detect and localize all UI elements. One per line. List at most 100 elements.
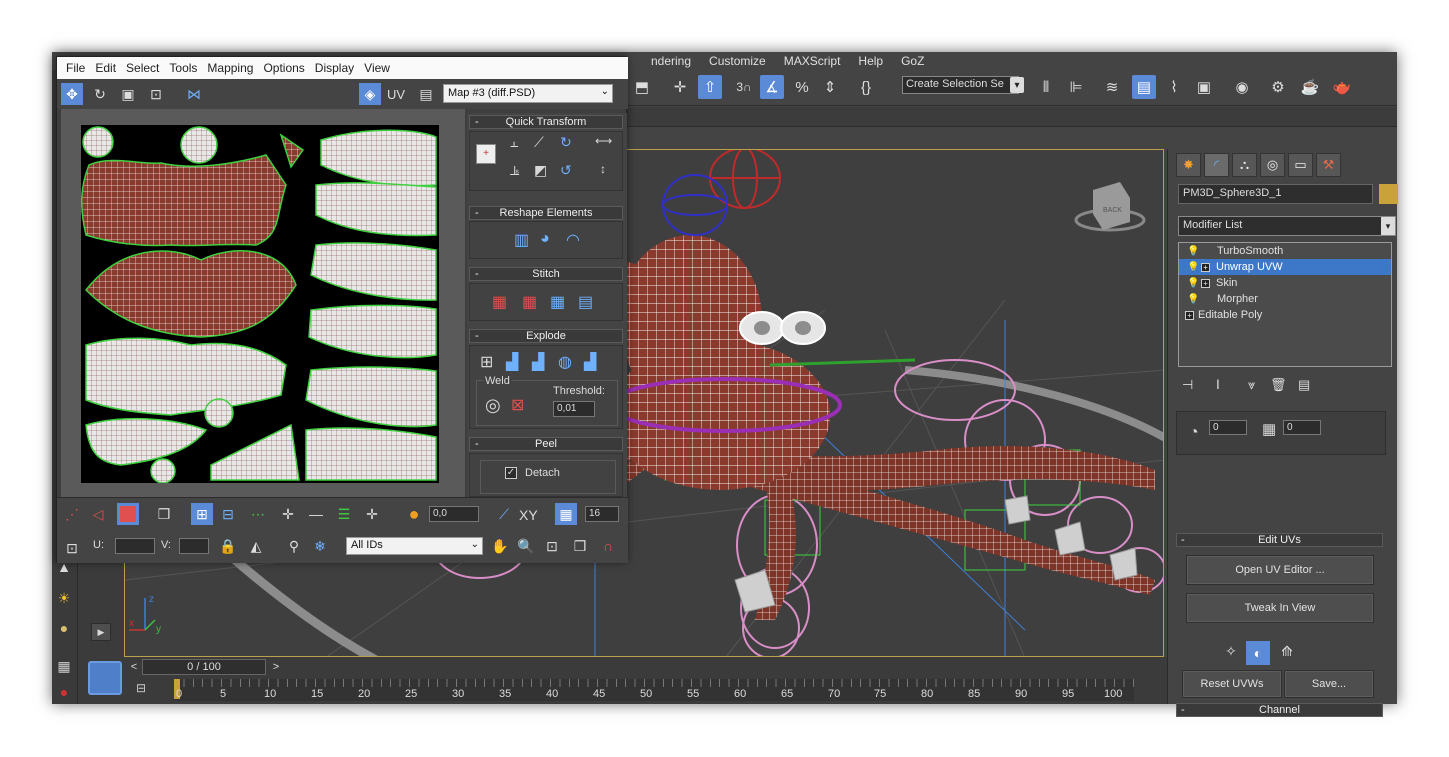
relax-until-flat-icon[interactable]: ◠ [566, 230, 580, 250]
save-button[interactable]: Save... [1284, 670, 1374, 698]
pin-stack-icon[interactable]: ⊣ [1182, 377, 1193, 393]
polygon-mode-icon[interactable] [117, 503, 139, 525]
straighten-selection-icon[interactable]: ▥ [514, 230, 529, 250]
absolute-mode-icon[interactable]: ⊡ [61, 537, 83, 559]
select-object-icon[interactable]: ⇧ [698, 75, 722, 99]
spinner-b[interactable]: 0 [1283, 420, 1321, 435]
mirror-icon[interactable]: ⋈ [183, 83, 205, 105]
tweak-in-view-button[interactable]: Tweak In View [1186, 593, 1374, 623]
time-ruler[interactable]: 0 5 10 15 20 25 30 35 40 45 50 55 60 65 … [174, 679, 1134, 701]
grid-icon[interactable]: ▦ [54, 656, 74, 676]
hierarchy-tab-icon[interactable]: ⛬ [1232, 153, 1257, 177]
open-uv-editor-button[interactable]: Open UV Editor ... [1186, 555, 1374, 585]
weld-selected-icon[interactable]: ⊠ [511, 395, 524, 415]
time-config-button[interactable] [88, 661, 122, 695]
menu-rendering[interactable]: ndering [642, 54, 700, 68]
make-unique-icon[interactable]: ⩔ [1248, 377, 1255, 393]
remove-modifier-icon[interactable]: 🗑 [1270, 377, 1287, 393]
detach-edge-icon[interactable]: ▟ [506, 352, 518, 372]
time-slider[interactable]: 0 / 100 [142, 659, 266, 675]
grid-snap-icon[interactable]: ▦ [555, 503, 577, 525]
menu-goz[interactable]: GoZ [892, 54, 933, 68]
menu-view[interactable]: View [359, 61, 395, 75]
menu-maxscript[interactable]: MAXScript [775, 54, 850, 68]
zoom-icon[interactable]: 🔍 [515, 535, 537, 557]
grid-size-field[interactable]: 16 [585, 506, 619, 522]
edit-named-selection-icon[interactable]: {} [854, 75, 878, 99]
pivot-icon[interactable]: + [476, 144, 496, 164]
threshold-field[interactable]: 0,01 [553, 401, 595, 417]
create-tab-icon[interactable]: ✸ [1176, 153, 1201, 177]
curve-editor-icon[interactable]: ⌇ [1162, 75, 1186, 99]
menu-edit[interactable]: Edit [90, 61, 121, 75]
key-filter-icon[interactable]: ⊟ [136, 681, 156, 699]
tweak-icon[interactable]: ◐ [1246, 641, 1270, 665]
bulb-icon[interactable]: 💡 [1187, 246, 1199, 257]
show-end-result-icon[interactable]: Ⅰ [1216, 377, 1220, 393]
loop-select-icon[interactable]: ☰ [333, 503, 355, 525]
edit-uvs-rollout-header[interactable]: - Edit UVs [1176, 533, 1383, 547]
checker-icon[interactable]: ◈ [359, 83, 381, 105]
menu-mapping[interactable]: Mapping [202, 61, 258, 75]
soft-selection-field[interactable]: 0,0 [429, 506, 479, 522]
freeze-icon[interactable]: ❄ [309, 535, 331, 557]
record-icon[interactable]: ● [54, 682, 74, 702]
falloff-icon[interactable]: ⟋ [493, 503, 515, 525]
straighten-icon[interactable]: ◩ [534, 162, 547, 179]
link-icon[interactable]: ⬒ [630, 75, 654, 99]
expand-icon[interactable]: + [1201, 262, 1210, 272]
bulb-icon[interactable]: 💡 [1187, 278, 1199, 289]
quick-transform-header[interactable]: - Quick Transform [469, 115, 623, 129]
configure-sets-icon[interactable]: ▤ [1298, 377, 1310, 393]
rotate-ccw-icon[interactable]: ↺ [560, 162, 572, 179]
sphere-icon[interactable]: ● [54, 618, 74, 638]
lock-icon[interactable]: 🔒 [217, 535, 239, 557]
explode-header[interactable]: - Explode [469, 329, 623, 343]
uv-canvas[interactable] [81, 125, 439, 483]
detach-checkbox[interactable]: ✓ [505, 467, 517, 479]
align-horizontal-icon[interactable]: ⟋ [534, 134, 544, 151]
flatten-icon[interactable]: ▟ [584, 352, 596, 372]
stack-item-turbosmooth[interactable]: 💡 TurboSmooth [1179, 243, 1391, 259]
sun-icon[interactable]: ☀ [54, 588, 74, 608]
show-map-icon[interactable]: ▤ [415, 83, 437, 105]
next-frame-button[interactable]: > [268, 659, 284, 675]
mirror-icon[interactable]: ⫴ [1034, 75, 1058, 99]
material-editor-icon[interactable]: ◉ [1230, 75, 1254, 99]
bulb-icon[interactable]: 💡 [1187, 262, 1199, 273]
v-field[interactable] [179, 538, 209, 554]
menu-customize[interactable]: Customize [700, 54, 775, 68]
zoom-region-icon[interactable]: ⊡ [541, 535, 563, 557]
stitch-to-target-icon[interactable]: ▦ [492, 292, 507, 312]
zoom-extents-icon[interactable]: ❒ [569, 535, 591, 557]
weld-target-icon[interactable]: ◎ [485, 395, 501, 416]
align-linear-icon[interactable]: ⫡ [510, 162, 519, 179]
stitch-average-icon[interactable]: ▦ [522, 292, 537, 312]
hide-icon[interactable]: ◭ [245, 535, 267, 557]
expand-icon[interactable]: + [1201, 278, 1210, 288]
utilities-tab-icon[interactable]: ⚒ [1316, 153, 1341, 177]
menu-file[interactable]: File [61, 61, 90, 75]
move-icon[interactable]: ✛ [668, 75, 692, 99]
prev-frame-button[interactable]: < [126, 659, 142, 675]
rotate-cw-icon[interactable]: ↻ [560, 134, 572, 151]
grid-select-icon[interactable]: ▦ [1262, 420, 1276, 438]
stitch-header[interactable]: - Stitch [469, 267, 623, 281]
layer-icon[interactable]: ≋ [1100, 75, 1124, 99]
align-icon[interactable]: ⊫ [1064, 75, 1088, 99]
id-select[interactable]: All IDs ⌄ [346, 537, 483, 555]
planar-map-icon[interactable]: ⟰ [1276, 643, 1298, 665]
space-horizontal-icon[interactable]: ⟷ [595, 134, 612, 148]
space-vertical-icon[interactable]: ↕ [600, 162, 606, 176]
spinner-snap-icon[interactable]: ⇕ [818, 75, 842, 99]
ring-icon[interactable]: ⋯ [247, 503, 269, 525]
scene-explorer-icon[interactable]: ▤ [1132, 75, 1156, 99]
snap-icon[interactable]: ∩ [597, 535, 619, 557]
soft-selection-icon[interactable]: ● [403, 503, 425, 525]
reset-uvws-button[interactable]: Reset UVWs [1182, 670, 1282, 698]
render-icon[interactable]: 🫖 [1330, 75, 1354, 99]
edge-mode-icon[interactable]: ◁ [87, 503, 109, 525]
menu-help[interactable]: Help [849, 54, 892, 68]
stack-item-unwrap-uvw[interactable]: 💡 + Unwrap UVW [1179, 259, 1391, 275]
peel-header[interactable]: - Peel [469, 437, 623, 451]
